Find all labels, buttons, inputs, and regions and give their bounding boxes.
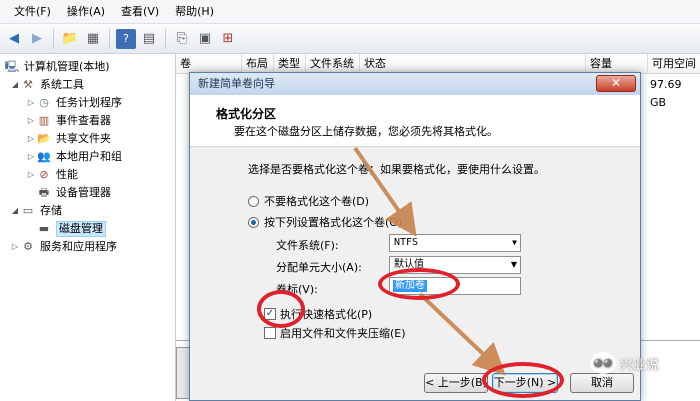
arrow-to-next-button (418, 292, 506, 376)
arrow-to-file-system (353, 146, 417, 237)
annotation-arrows (353, 146, 506, 376)
watermark: ◕◕ 兴业说 (590, 352, 659, 374)
highlight-quick-format (257, 290, 305, 328)
watermark-text: 兴业说 (620, 357, 660, 373)
highlight-volume-label (378, 268, 460, 300)
highlight-next-button (482, 362, 564, 398)
wechat-icon: ◕◕ (590, 352, 616, 374)
